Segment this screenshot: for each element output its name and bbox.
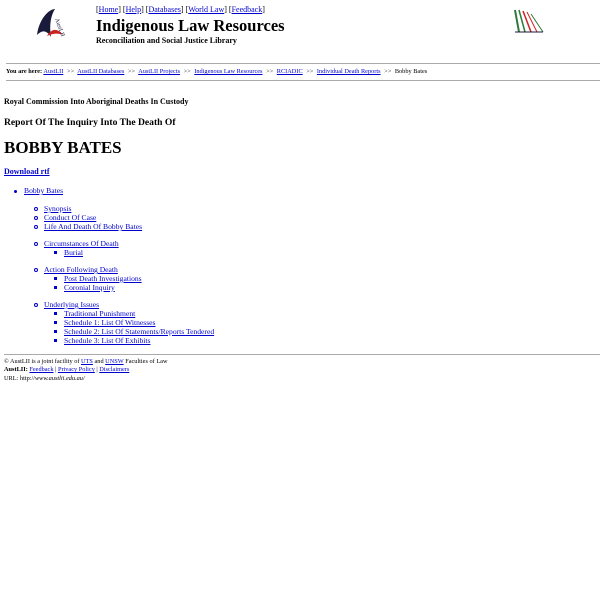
bullet-icon (34, 216, 38, 220)
nav-world-law-link[interactable]: World Law (188, 5, 224, 14)
toc-link-traditional-punishment[interactable]: Traditional Punishment (64, 309, 135, 318)
breadcrumb-separator: >> (306, 68, 314, 75)
breadcrumb-separator: >> (266, 68, 274, 75)
toc-link-post-death-investigations[interactable]: Post Death Investigations (64, 274, 142, 283)
bullet-icon (54, 312, 57, 315)
person-name-heading: BOBBY BATES (4, 138, 122, 157)
breadcrumb: You are here: AustLII >> AustLII Databas… (6, 68, 427, 75)
breadcrumb-separator: >> (384, 68, 392, 75)
footer-line-url: URL: http://www.austlii.edu.au/ (4, 375, 168, 383)
nav-home-link[interactable]: Home (99, 5, 119, 14)
site-title: Indigenous Law Resources (96, 16, 285, 35)
bullet-icon (54, 321, 57, 324)
footer: © AustLII is a joint facility of UTS and… (4, 358, 168, 383)
top-navigation: [Home] [Help] [Databases] [World Law] [F… (96, 5, 265, 14)
bullet-icon (54, 277, 57, 280)
toc-link-underlying-issues[interactable]: Underlying Issues (44, 300, 99, 309)
footer-text: Faculties of Law (125, 358, 168, 365)
bullet-icon (34, 268, 38, 272)
toc-link-action-following-death[interactable]: Action Following Death (44, 265, 118, 274)
bullet-icon (54, 330, 57, 333)
svg-text:AustLII: AustLII (53, 18, 65, 38)
footer-line-links: AustLII: Feedback | Privacy Policy | Dis… (4, 366, 130, 374)
breadcrumb-separator: >> (66, 68, 75, 75)
footer-text: © AustLII is a joint facility of (4, 358, 80, 365)
footer-feedback-link[interactable]: Feedback (29, 366, 53, 373)
nav-feedback-link[interactable]: Feedback (232, 5, 263, 14)
toc-link-synopsis[interactable]: Synopsis (44, 204, 71, 213)
toc-link-coronial-inquiry[interactable]: Coronial Inquiry (64, 283, 115, 292)
breadcrumb-link-rciadic[interactable]: RCIADIC (277, 68, 303, 75)
breadcrumb-current: Bobby Bates (394, 68, 428, 75)
commission-heading: Royal Commission Into Aboriginal Deaths … (4, 97, 189, 106)
toc-link-schedule-2[interactable]: Schedule 2: List Of Statements/Reports T… (64, 327, 214, 336)
footer-disclaimers-link[interactable]: Disclaimers (99, 366, 129, 373)
uts-link[interactable]: UTS (81, 358, 93, 365)
footer-url: www.austlii.edu.au/ (34, 374, 85, 382)
breadcrumb-separator: >> (127, 68, 135, 75)
toc-link-circumstances[interactable]: Circumstances Of Death (44, 239, 119, 248)
report-title: Report Of The Inquiry Into The Death Of (4, 117, 176, 128)
toc-link-conduct-of-case[interactable]: Conduct Of Case (44, 213, 96, 222)
toc-link-burial[interactable]: Burial (64, 248, 83, 257)
toc-link-schedule-3[interactable]: Schedule 3: List Of Exhibits (64, 336, 150, 345)
divider (6, 80, 600, 81)
footer-line-facility: © AustLII is a joint facility of UTS and… (4, 358, 168, 366)
footer-privacy-link[interactable]: Privacy Policy (58, 366, 95, 373)
austlii-logo[interactable]: AustLII (33, 5, 67, 41)
bullet-icon (14, 190, 17, 193)
unsw-link[interactable]: UNSW (105, 358, 123, 365)
download-rtf-link-wrapper: Download rtf (4, 167, 50, 176)
breadcrumb-link-indigenous-law[interactable]: Indigenous Law Resources (194, 68, 262, 75)
bullet-icon (34, 225, 38, 229)
bullet-icon (34, 207, 38, 211)
site-subtitle: Reconciliation and Social Justice Librar… (96, 36, 237, 45)
breadcrumb-link-databases[interactable]: AustLII Databases (77, 68, 124, 75)
toc-link-schedule-1[interactable]: Schedule 1: List Of Witnesses (64, 318, 156, 327)
toc-root-link[interactable]: Bobby Bates (24, 186, 63, 195)
breadcrumb-separator: >> (183, 68, 191, 75)
indigenous-law-logo (511, 6, 545, 36)
bullet-icon (34, 303, 38, 307)
bullet-icon (34, 242, 38, 246)
bullet-icon (54, 251, 57, 254)
nav-help-link[interactable]: Help (126, 5, 142, 14)
breadcrumb-prefix: You are here: (6, 68, 43, 75)
breadcrumb-link-austlii[interactable]: AustLII (43, 68, 63, 75)
divider (6, 63, 600, 64)
footer-url-label: URL: http:// (4, 374, 35, 382)
download-rtf-link[interactable]: Download rtf (4, 167, 50, 176)
bullet-icon (54, 339, 57, 342)
breadcrumb-link-death-reports[interactable]: Individual Death Reports (317, 68, 381, 75)
footer-austlii-label: AustLII: (4, 366, 28, 374)
nav-databases-link[interactable]: Databases (148, 5, 180, 14)
bullet-icon (54, 286, 57, 289)
breadcrumb-link-projects[interactable]: AustLII Projects (138, 68, 180, 75)
footer-text: and (94, 358, 104, 365)
divider (4, 354, 600, 355)
toc-link-life-and-death[interactable]: Life And Death Of Bobby Bates (44, 222, 142, 231)
